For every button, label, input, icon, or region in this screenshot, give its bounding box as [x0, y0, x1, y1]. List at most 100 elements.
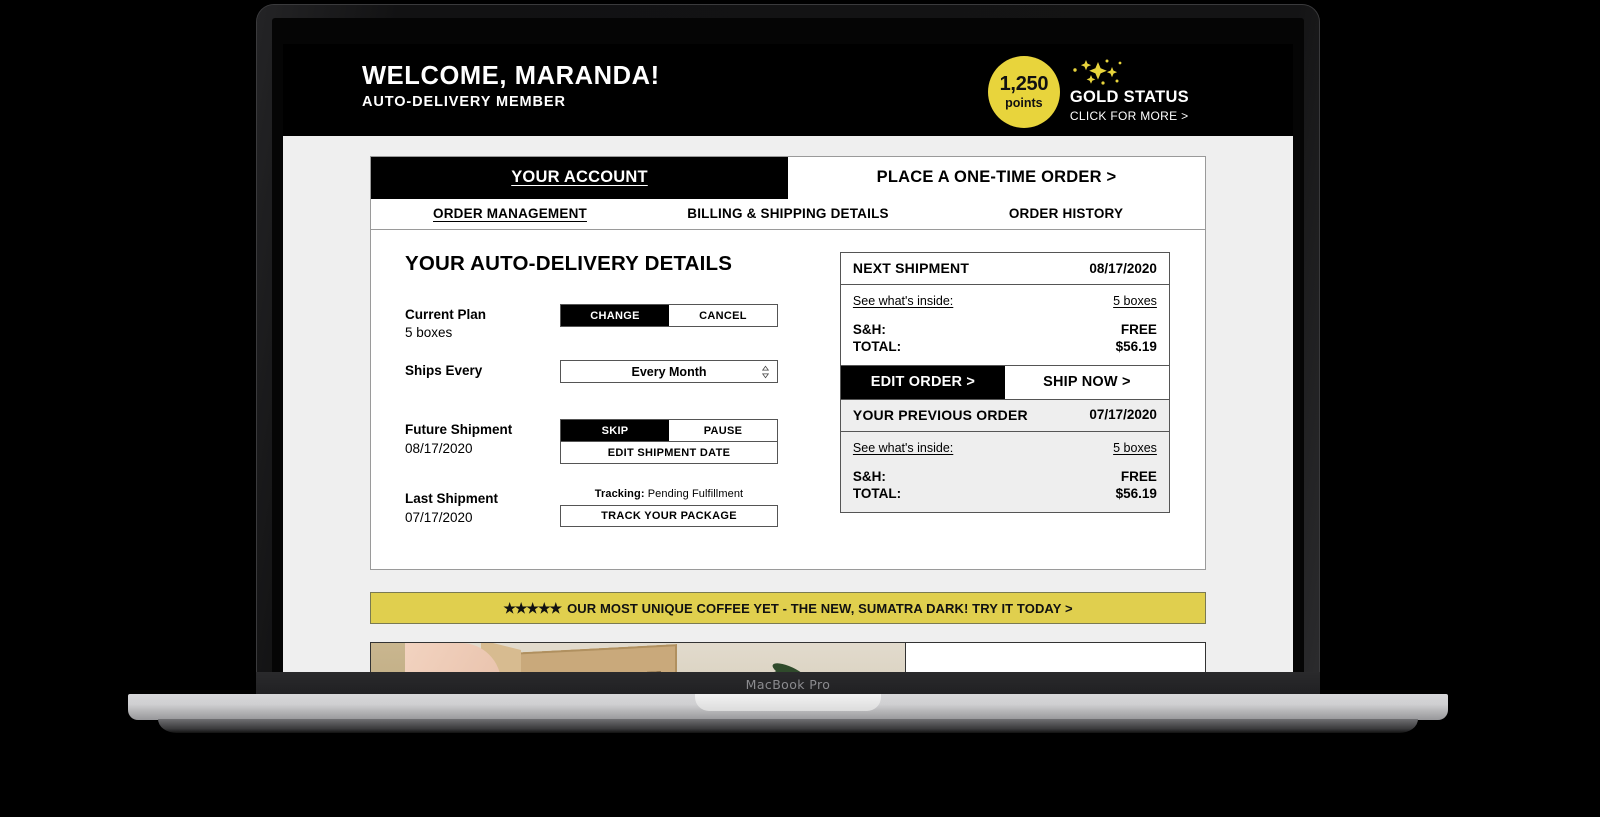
previous-boxes-link[interactable]: 5 boxes: [1113, 441, 1157, 455]
secondary-tab-bar: ORDER MANAGEMENT BILLING & SHIPPING DETA…: [370, 199, 1206, 230]
content-wrapper: YOUR ACCOUNT PLACE A ONE-TIME ORDER > OR…: [370, 156, 1206, 672]
chevron-updown-icon: [762, 365, 769, 379]
previous-sh-value: FREE: [1120, 468, 1157, 484]
last-shipment-label: Last Shipment: [405, 491, 499, 507]
points-label: points: [1005, 96, 1043, 111]
promo-text: OUR MOST UNIQUE COFFEE YET - THE NEW, SU…: [567, 600, 1073, 616]
last-shipment-controls: Tracking: Pending Fulfillment TRACK YOUR…: [560, 488, 778, 528]
last-shipment-labels: Last Shipment 07/17/2020: [405, 488, 560, 527]
plan-button-group: CHANGE CANCEL: [560, 304, 778, 327]
tab-your-account[interactable]: YOUR ACCOUNT: [371, 157, 788, 199]
welcome-block: WELCOME, MARANDA! AUTO-DELIVERY MEMBER: [362, 62, 660, 110]
next-total-label: TOTAL:: [852, 338, 902, 354]
tab-order-history[interactable]: ORDER HISTORY: [927, 199, 1205, 229]
promo-banner[interactable]: ★★★★★ OUR MOST UNIQUE COFFEE YET - THE N…: [370, 592, 1206, 625]
previous-total-label: TOTAL:: [852, 485, 902, 501]
next-total-value: $56.19: [1115, 338, 1157, 354]
next-shipment-contents-row: See what's inside: 5 boxes: [841, 285, 1169, 310]
previous-order-card: YOUR PREVIOUS ORDER 07/17/2020 See what'…: [839, 399, 1170, 513]
edit-order-button[interactable]: EDIT ORDER >: [840, 365, 1005, 399]
welcome-title: WELCOME, MARANDA!: [362, 62, 660, 90]
previous-order-contents-row: See what's inside: 5 boxes: [841, 432, 1169, 457]
current-plan-labels: Current Plan 5 boxes: [405, 304, 560, 342]
previous-order-title: YOUR PREVIOUS ORDER: [852, 406, 1028, 423]
tracking-status-line: Tracking: Pending Fulfillment: [560, 488, 778, 500]
next-shipment-header: NEXT SHIPMENT 08/17/2020: [840, 253, 1169, 285]
current-plan-row: Current Plan 5 boxes CHANGE CANCEL: [405, 304, 840, 342]
next-shipment-actions: EDIT ORDER > SHIP NOW >: [840, 364, 1169, 399]
media-strip: [370, 642, 1206, 672]
next-boxes-link[interactable]: 5 boxes: [1113, 294, 1157, 308]
next-total-line: TOTAL: $56.19: [853, 339, 1157, 356]
previous-see-whats-inside-link[interactable]: See what's inside:: [853, 441, 953, 455]
next-shipment-card: NEXT SHIPMENT 08/17/2020 See what's insi…: [839, 252, 1170, 400]
last-shipment-row: Last Shipment 07/17/2020 Tracking: Pendi…: [405, 488, 840, 528]
tab-place-one-time-order-label: PLACE A ONE-TIME ORDER >: [876, 168, 1117, 186]
current-plan-value: 5 boxes: [405, 325, 453, 341]
previous-total-value: $56.19: [1115, 485, 1157, 501]
next-shipment-title: NEXT SHIPMENT: [852, 260, 970, 276]
next-see-whats-inside-link[interactable]: See what's inside:: [853, 294, 953, 308]
star-rating-icon: ★★★★★: [503, 599, 562, 616]
laptop-chin: MacBook Pro: [256, 672, 1320, 696]
ships-every-select[interactable]: Every Month: [560, 360, 778, 384]
points-badge: 1,250 points: [987, 56, 1060, 128]
ship-now-button[interactable]: SHIP NOW >: [1004, 365, 1169, 399]
points-value: 1,250: [999, 73, 1049, 96]
next-sh-label: S&H:: [852, 322, 886, 337]
laptop-base: [128, 694, 1448, 720]
pause-shipment-button[interactable]: PAUSE: [669, 420, 777, 442]
cancel-plan-button[interactable]: CANCEL: [669, 305, 777, 326]
future-shipment-row: Future Shipment 08/17/2020 SKIP PAUSE ED…: [405, 419, 840, 465]
skip-shipment-button[interactable]: SKIP: [561, 420, 669, 442]
page-body: YOUR ACCOUNT PLACE A ONE-TIME ORDER > OR…: [283, 136, 1293, 672]
previous-sh-label: S&H:: [852, 468, 886, 484]
order-management-panel: YOUR AUTO-DELIVERY DETAILS Current Plan …: [370, 230, 1206, 571]
tab-your-account-label: YOUR ACCOUNT: [511, 168, 648, 186]
future-shipment-controls: SKIP PAUSE EDIT SHIPMENT DATE: [560, 419, 778, 465]
laptop-foot-shadow: [158, 719, 1418, 733]
loyalty-status-block[interactable]: 1,250 points GOLD STATUS CLICK FOR MORE …: [987, 56, 1189, 128]
tracking-status: Pending Fulfillment: [647, 488, 744, 501]
ships-every-controls: Every Month: [560, 360, 778, 384]
previous-sh-line: S&H: FREE: [853, 469, 1157, 486]
next-shipment-date: 08/17/2020: [1089, 260, 1157, 276]
membership-subtitle: AUTO-DELIVERY MEMBER: [362, 94, 566, 111]
current-plan-label: Current Plan: [405, 307, 487, 322]
gold-status-block[interactable]: GOLD STATUS CLICK FOR MORE >: [1070, 59, 1189, 123]
next-shipment-totals: S&H: FREE TOTAL: $56.19: [841, 310, 1169, 365]
skip-pause-button-group: SKIP PAUSE: [560, 419, 778, 443]
edit-shipment-date-button[interactable]: EDIT SHIPMENT DATE: [560, 442, 778, 465]
change-plan-button[interactable]: CHANGE: [561, 305, 669, 326]
page-title: YOUR AUTO-DELIVERY DETAILS: [405, 252, 733, 275]
orders-column: NEXT SHIPMENT 08/17/2020 See what's insi…: [839, 252, 1205, 531]
previous-order-header: YOUR PREVIOUS ORDER 07/17/2020: [840, 400, 1169, 432]
ships-every-selected-value: Every Month: [631, 364, 707, 379]
current-plan-controls: CHANGE CANCEL: [560, 304, 778, 342]
laptop-mockup: WELCOME, MARANDA! AUTO-DELIVERY MEMBER 1…: [0, 0, 1600, 817]
ships-every-row: Ships Every Every Month: [405, 360, 840, 384]
future-shipment-date: 08/17/2020: [405, 440, 473, 456]
sparkles-icon: [1072, 58, 1128, 93]
page-header: WELCOME, MARANDA! AUTO-DELIVERY MEMBER 1…: [283, 44, 1293, 136]
future-shipment-label: Future Shipment: [405, 422, 513, 438]
previous-order-date: 07/17/2020: [1089, 407, 1157, 423]
next-sh-value: FREE: [1120, 322, 1157, 337]
track-package-button[interactable]: TRACK YOUR PACKAGE: [560, 505, 778, 528]
gold-status-cta[interactable]: CLICK FOR MORE >: [1070, 109, 1189, 123]
previous-order-totals: S&H: FREE TOTAL: $56.19: [841, 457, 1169, 512]
device-model-label: MacBook Pro: [745, 676, 831, 692]
tab-order-management[interactable]: ORDER MANAGEMENT: [371, 199, 649, 229]
tracking-label: Tracking:: [594, 488, 645, 501]
tab-place-one-time-order[interactable]: PLACE A ONE-TIME ORDER >: [788, 157, 1205, 199]
unboxing-photo: [371, 643, 905, 672]
tab-billing-shipping-details[interactable]: BILLING & SHIPPING DETAILS: [649, 199, 927, 229]
previous-total-line: TOTAL: $56.19: [853, 486, 1157, 503]
primary-tab-bar: YOUR ACCOUNT PLACE A ONE-TIME ORDER >: [370, 156, 1206, 199]
media-side-panel: [905, 643, 1205, 672]
future-shipment-labels: Future Shipment 08/17/2020: [405, 419, 560, 464]
auto-delivery-details-column: YOUR AUTO-DELIVERY DETAILS Current Plan …: [371, 252, 840, 531]
last-shipment-date: 07/17/2020: [405, 509, 473, 525]
ships-every-labels: Ships Every: [405, 360, 560, 383]
browser-viewport: WELCOME, MARANDA! AUTO-DELIVERY MEMBER 1…: [283, 44, 1293, 672]
